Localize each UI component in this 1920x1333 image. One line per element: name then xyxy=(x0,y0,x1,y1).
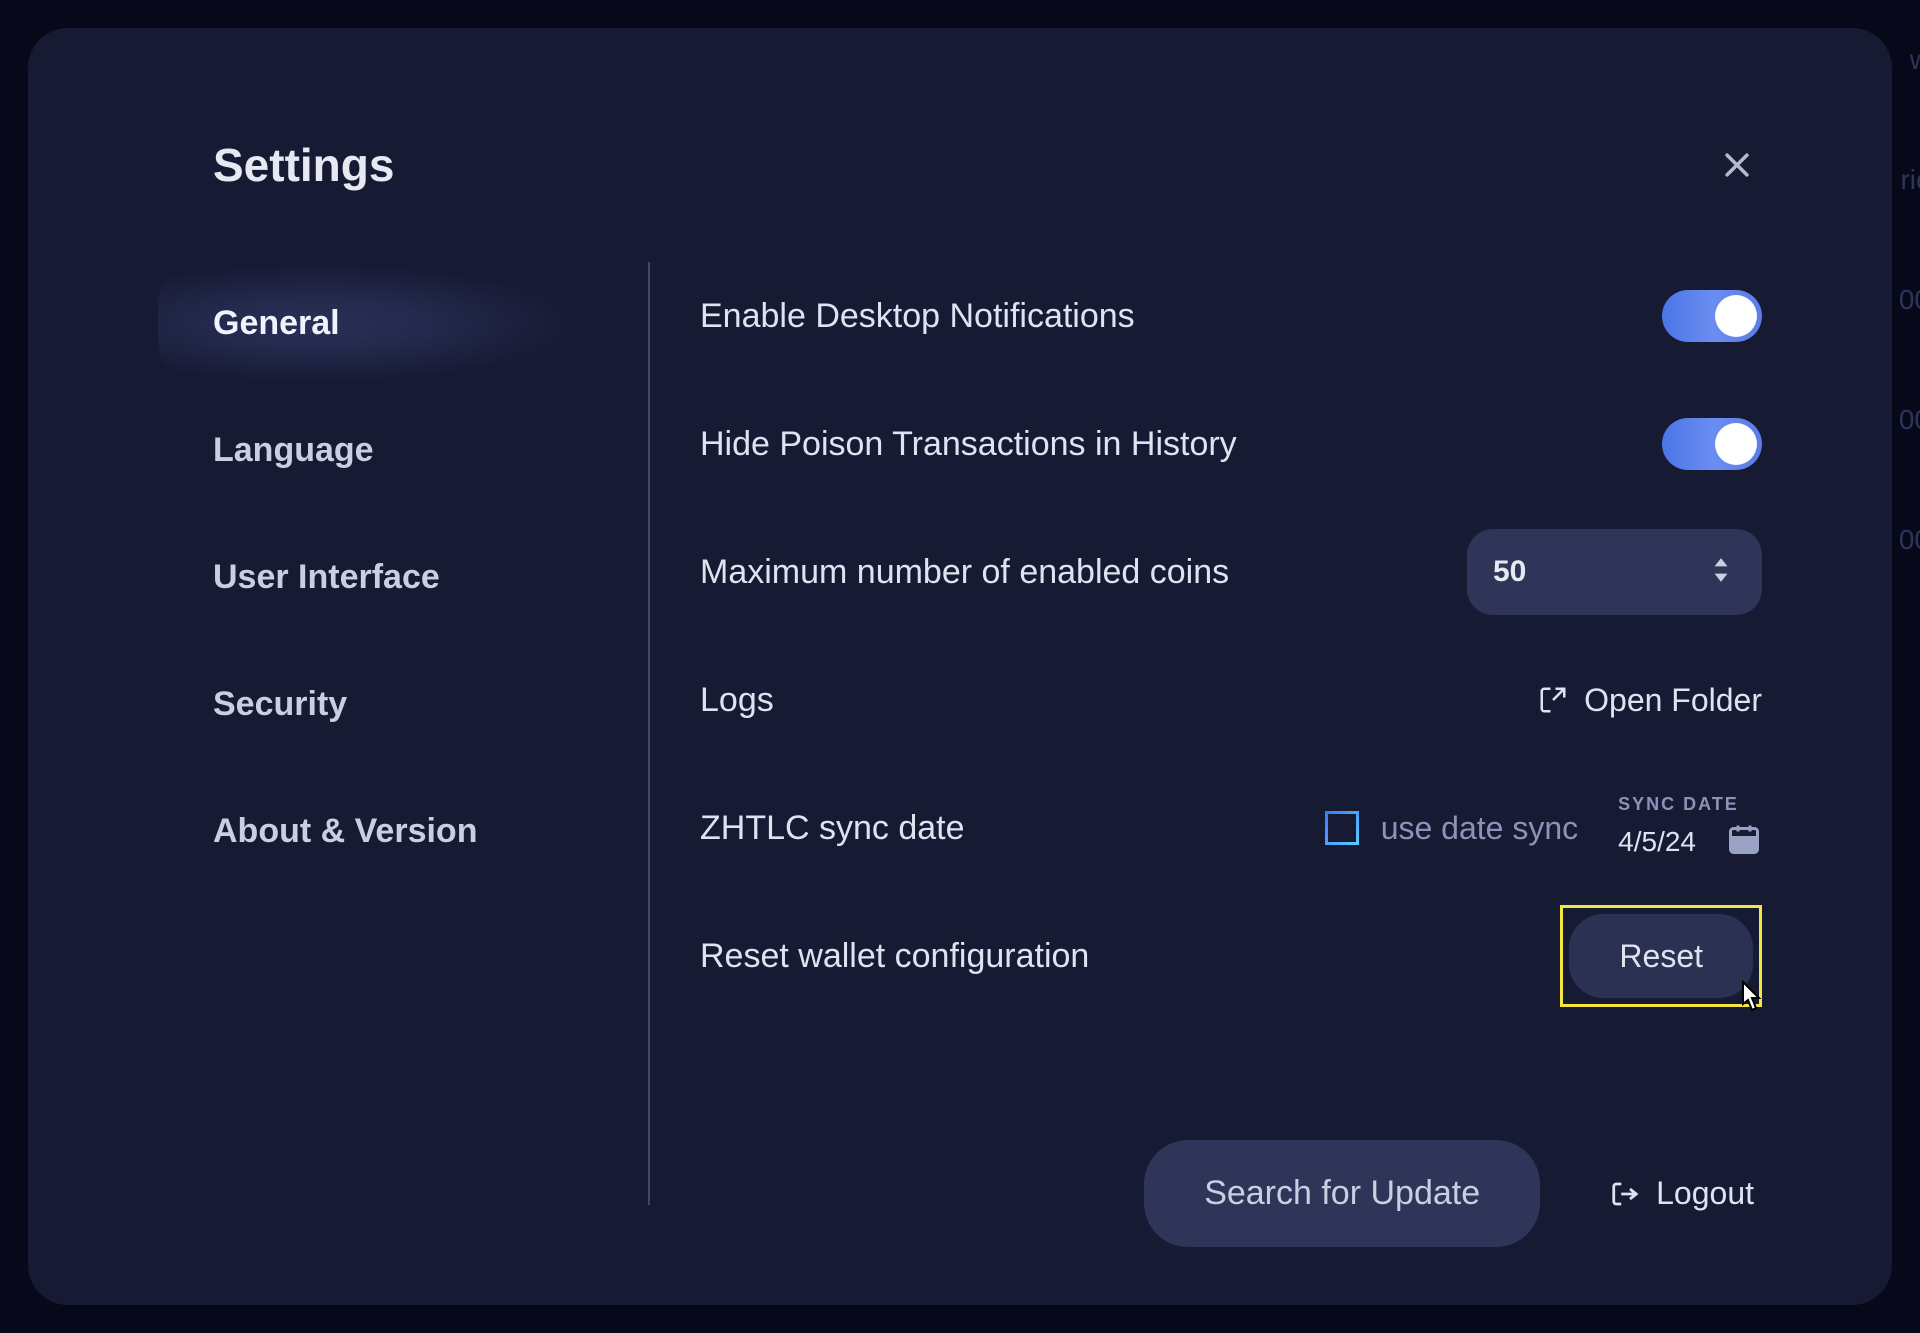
row-notifications: Enable Desktop Notifications xyxy=(700,252,1762,380)
modal-body: General Language User Interface Security… xyxy=(158,252,1762,1215)
row-logs: Logs Open Folder xyxy=(700,636,1762,764)
stepper-arrows-icon xyxy=(1710,555,1732,590)
sync-date-field: SYNC DATE 4/5/24 xyxy=(1618,794,1762,862)
row-max-coins: Maximum number of enabled coins 50 xyxy=(700,508,1762,636)
search-update-button[interactable]: Search for Update xyxy=(1144,1140,1540,1247)
sync-date-value[interactable]: 4/5/24 xyxy=(1618,826,1696,858)
close-button[interactable] xyxy=(1712,140,1762,190)
settings-modal: Settings General Language User Interface… xyxy=(28,28,1892,1305)
sidebar-item-label: General xyxy=(213,304,340,342)
sync-date-caption: SYNC DATE xyxy=(1618,794,1762,815)
reset-label: Reset wallet configuration xyxy=(700,937,1089,976)
sidebar-item-general[interactable]: General xyxy=(158,264,648,383)
toggle-knob xyxy=(1715,295,1757,337)
sidebar-item-about-version[interactable]: About & Version xyxy=(158,772,648,891)
sidebar-item-label: Security xyxy=(213,685,347,723)
poison-toggle[interactable] xyxy=(1662,418,1762,470)
logout-label: Logout xyxy=(1656,1175,1754,1212)
cursor-icon xyxy=(1733,980,1765,1016)
sidebar-item-label: About & Version xyxy=(213,812,477,850)
poison-tx-label: Hide Poison Transactions in History xyxy=(700,425,1237,464)
settings-sidebar: General Language User Interface Security… xyxy=(158,252,648,1215)
calendar-button[interactable] xyxy=(1726,821,1762,862)
sidebar-item-label: User Interface xyxy=(213,558,440,596)
sidebar-item-user-interface[interactable]: User Interface xyxy=(158,518,648,637)
calendar-icon xyxy=(1726,821,1762,857)
open-folder-label: Open Folder xyxy=(1584,682,1762,719)
max-coins-label: Maximum number of enabled coins xyxy=(700,553,1229,592)
logs-label: Logs xyxy=(700,681,774,720)
row-zhtlc: ZHTLC sync date use date sync SYNC DATE … xyxy=(700,764,1762,892)
sidebar-item-security[interactable]: Security xyxy=(158,645,648,764)
sidebar-item-language[interactable]: Language xyxy=(158,391,648,510)
notifications-toggle[interactable] xyxy=(1662,290,1762,342)
close-icon xyxy=(1720,148,1754,182)
use-date-sync-label: use date sync xyxy=(1381,810,1578,847)
zhtlc-label: ZHTLC sync date xyxy=(700,809,965,848)
logout-button[interactable]: Logout xyxy=(1610,1175,1754,1212)
settings-content: Enable Desktop Notifications Hide Poison… xyxy=(650,252,1762,1215)
max-coins-value: 50 xyxy=(1493,555,1526,589)
logout-icon xyxy=(1610,1179,1640,1209)
modal-footer: Search for Update Logout xyxy=(700,1020,1762,1247)
background-obscured-text: w ric 00 00 00 xyxy=(1899,0,1920,600)
row-reset: Reset wallet configuration Reset xyxy=(700,892,1762,1020)
modal-header: Settings xyxy=(158,138,1762,192)
max-coins-stepper[interactable]: 50 xyxy=(1467,529,1762,615)
reset-button[interactable]: Reset xyxy=(1569,914,1753,998)
sidebar-item-label: Language xyxy=(213,431,374,469)
open-folder-button[interactable]: Open Folder xyxy=(1538,682,1762,719)
notifications-label: Enable Desktop Notifications xyxy=(700,297,1135,336)
row-poison-tx: Hide Poison Transactions in History xyxy=(700,380,1762,508)
page-title: Settings xyxy=(213,138,394,192)
use-date-sync-checkbox[interactable] xyxy=(1325,811,1359,845)
reset-highlight: Reset xyxy=(1560,905,1762,1007)
open-folder-icon xyxy=(1538,685,1568,715)
toggle-knob xyxy=(1715,423,1757,465)
